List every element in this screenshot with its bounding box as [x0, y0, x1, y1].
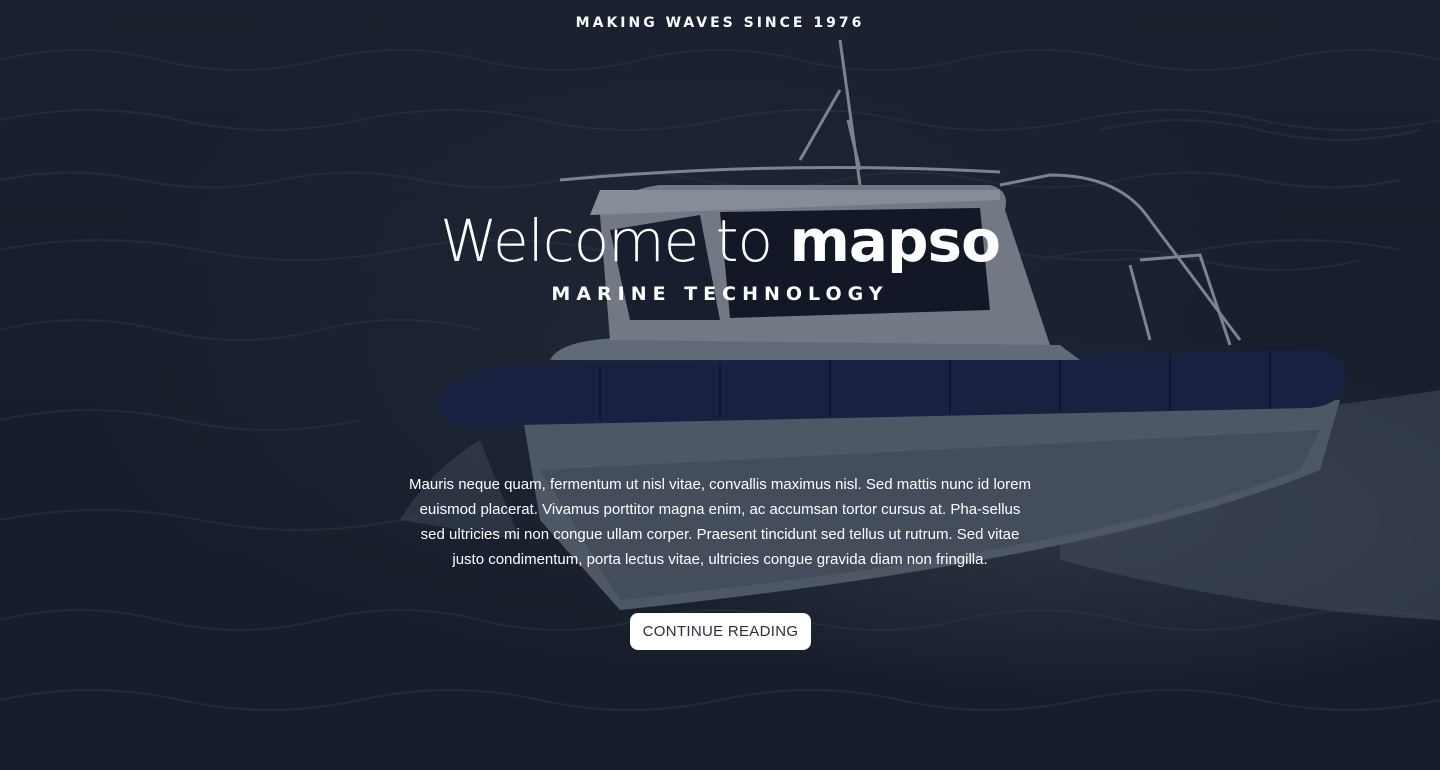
hero-section: MAKING WAVES SINCE 1976 Welcome to mapso…: [0, 0, 1440, 770]
tagline: MAKING WAVES SINCE 1976: [575, 15, 865, 31]
subtitle: MARINE TECHNOLOGY: [551, 283, 889, 305]
title-prefix: Welcome to: [440, 207, 790, 275]
page-title: Welcome to mapso: [0, 206, 1440, 276]
continue-reading-button[interactable]: CONTINUE READING: [630, 613, 811, 650]
brand-name: mapso: [789, 207, 1000, 275]
intro-paragraph: Mauris neque quam, fermentum ut nisl vit…: [409, 476, 1031, 568]
dark-overlay: [0, 0, 1440, 770]
